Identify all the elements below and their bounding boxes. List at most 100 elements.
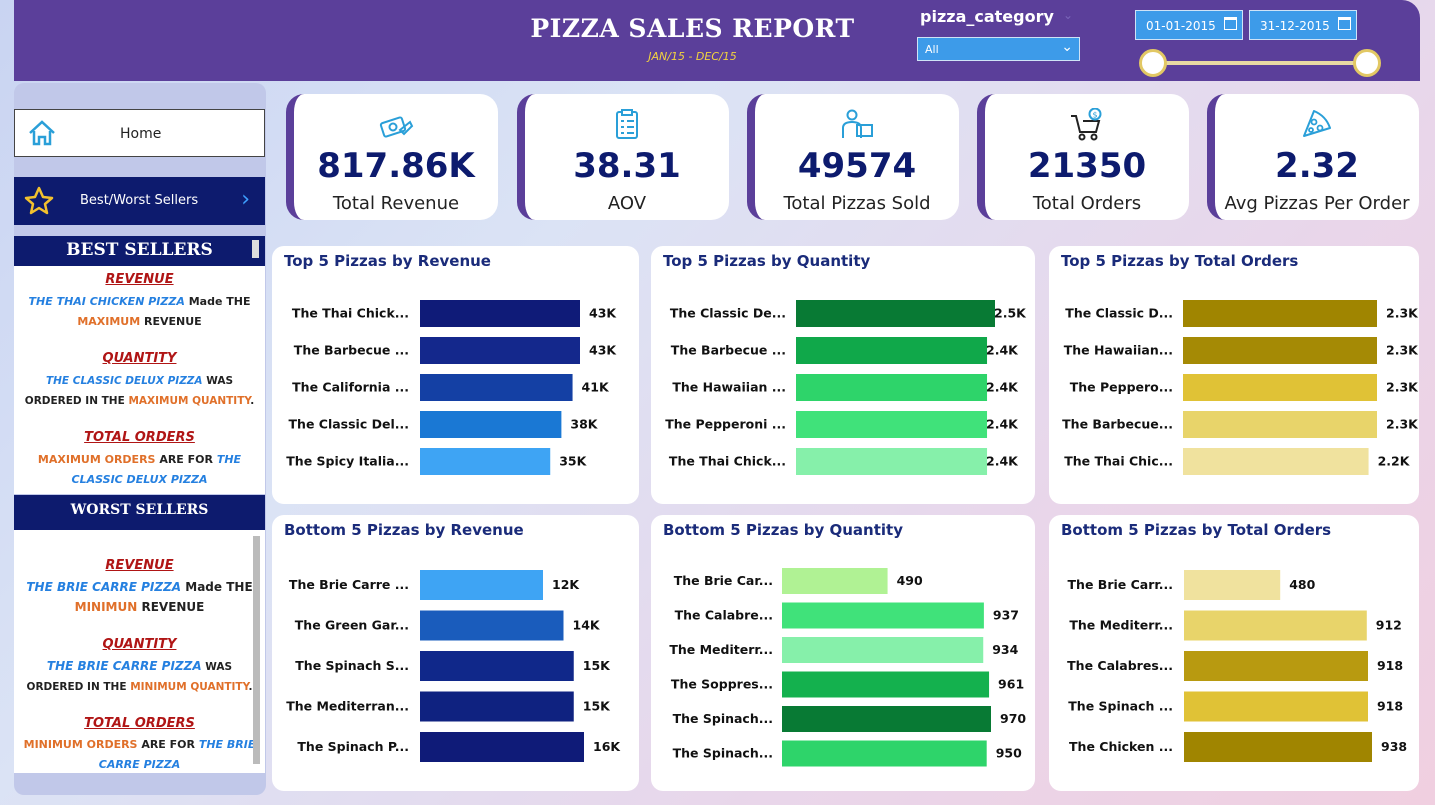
bar[interactable] xyxy=(420,300,580,327)
category-label: The Classic Del... xyxy=(289,417,409,432)
kpi-label: Total Revenue xyxy=(332,193,460,214)
bar[interactable] xyxy=(1183,374,1377,401)
chart-bottom5-revenue: Bottom 5 Pizzas by Revenue The Brie Carr… xyxy=(272,515,639,791)
bar[interactable] xyxy=(782,740,987,767)
bar[interactable] xyxy=(1183,448,1369,475)
kpi-label: Total Pizzas Sold xyxy=(783,193,931,214)
data-label: 2.4K xyxy=(986,417,1019,432)
end-date-value: 31-12-2015 xyxy=(1260,19,1330,33)
kpi-card-avg-pizzas-per-order: 2.32 Avg Pizzas Per Order xyxy=(1207,94,1419,220)
data-label: 938 xyxy=(1381,739,1407,754)
best-worst-sellers-button[interactable]: Best/Worst Sellers › xyxy=(14,177,265,225)
worst-revenue-pizza: THE BRIE CARRE PIZZA xyxy=(26,580,182,594)
category-label: The Green Gar... xyxy=(295,618,409,633)
best-orders-text: MAXIMUM ORDERS ARE FOR THE CLASSIC DELUX… xyxy=(14,450,265,490)
best-sellers-title: BEST SELLERS xyxy=(66,240,213,260)
dropdown-value: All xyxy=(925,43,939,56)
bar[interactable] xyxy=(1184,610,1367,641)
data-label: 2.3K xyxy=(1386,380,1419,395)
data-label: 41K xyxy=(582,380,610,395)
data-label: 38K xyxy=(570,417,598,432)
bar[interactable] xyxy=(420,732,584,762)
bar[interactable] xyxy=(1183,337,1377,364)
clipboard-icon xyxy=(525,108,729,140)
scrollbar[interactable] xyxy=(252,240,259,258)
data-label: 12K xyxy=(552,577,580,592)
bar[interactable] xyxy=(420,374,573,401)
best-orders-heading: TOTAL ORDERS xyxy=(84,430,195,445)
bar[interactable] xyxy=(420,411,562,438)
chevron-down-icon[interactable]: ⌄ xyxy=(1063,8,1073,22)
category-label: The Spinach... xyxy=(673,711,773,726)
slider-end-handle[interactable] xyxy=(1353,49,1381,77)
pizza-category-dropdown[interactable]: All ⌄ xyxy=(917,37,1080,61)
kpi-value: 21350 xyxy=(1027,146,1147,186)
chart-top5-quantity: Top 5 Pizzas by Quantity The Classic De.… xyxy=(651,246,1035,504)
best-revenue-keyword: MAXIMUM xyxy=(77,315,141,328)
kpi-label: Avg Pizzas Per Order xyxy=(1224,193,1410,214)
bar[interactable] xyxy=(782,568,888,594)
data-label: 950 xyxy=(996,746,1022,761)
bar[interactable] xyxy=(1184,691,1368,722)
bar[interactable] xyxy=(782,637,984,663)
kpi-card-total-pizzas-sold: 49574 Total Pizzas Sold xyxy=(747,94,959,220)
bar[interactable] xyxy=(796,300,995,327)
money-icon xyxy=(294,108,498,140)
bar[interactable] xyxy=(796,374,988,401)
bar[interactable] xyxy=(420,651,574,681)
data-label: 14K xyxy=(573,618,601,633)
data-label: 43K xyxy=(589,343,617,358)
kpi-value: 817.86K xyxy=(317,146,475,186)
bar[interactable] xyxy=(1184,570,1281,600)
bar[interactable] xyxy=(420,337,580,364)
category-label: The Pepperoni ... xyxy=(665,417,786,432)
bar[interactable] xyxy=(420,448,551,475)
worst-revenue-text: THE BRIE CARRE PIZZA Made THE MINIMUN RE… xyxy=(14,577,265,617)
worst-sellers-panel: REVENUE THE BRIE CARRE PIZZA Made THE MI… xyxy=(14,530,265,773)
bar[interactable] xyxy=(420,691,574,722)
end-date-input[interactable]: 31-12-2015 xyxy=(1249,10,1357,40)
start-date-value: 01-01-2015 xyxy=(1146,19,1216,33)
chart-bottom5-quantity: Bottom 5 Pizzas by Quantity The Brie Car… xyxy=(651,515,1035,791)
cart-icon: $ xyxy=(985,107,1189,141)
category-label: The Spicy Italia... xyxy=(286,454,409,469)
data-label: 918 xyxy=(1377,658,1403,673)
bar-chart-svg: The Classic De... 2.5K The Barbecue ... 2.4… xyxy=(665,300,1027,475)
kpi-card-total-orders: $ 21350 Total Orders xyxy=(977,94,1189,220)
bar[interactable] xyxy=(796,337,988,364)
start-date-input[interactable]: 01-01-2015 xyxy=(1135,10,1243,40)
scrollbar[interactable] xyxy=(253,536,260,764)
best-sellers-heading: BEST SELLERS xyxy=(14,236,265,266)
bar[interactable] xyxy=(420,570,543,600)
bar[interactable] xyxy=(1183,300,1377,327)
bar[interactable] xyxy=(782,671,990,698)
category-label: The California ... xyxy=(292,380,409,395)
category-label: The Thai Chic... xyxy=(1064,454,1173,469)
date-range-slider[interactable] xyxy=(1153,61,1366,65)
home-icon xyxy=(29,120,55,146)
category-label: The Soppres... xyxy=(671,677,773,692)
bar[interactable] xyxy=(796,411,988,438)
category-label: The Peppero... xyxy=(1070,380,1173,395)
slider-start-handle[interactable] xyxy=(1139,49,1167,77)
bar[interactable] xyxy=(782,706,991,732)
bar[interactable] xyxy=(782,602,984,629)
bar[interactable] xyxy=(1184,732,1372,762)
category-label: The Barbecue ... xyxy=(294,343,409,358)
calendar-icon[interactable] xyxy=(1224,17,1237,30)
data-label: 2.4K xyxy=(986,343,1019,358)
best-quantity-text: THE CLASSIC DELUX PIZZA WAS ORDERED IN T… xyxy=(14,371,265,411)
bar[interactable] xyxy=(796,448,988,475)
bar[interactable] xyxy=(1183,411,1377,438)
worst-quantity-keyword: MINIMUM QUANTITY xyxy=(130,681,249,693)
calendar-icon[interactable] xyxy=(1338,17,1351,30)
bar[interactable] xyxy=(420,610,564,641)
category-label: The Brie Car... xyxy=(674,573,773,588)
data-label: 15K xyxy=(583,658,611,673)
best-quantity-pizza: THE CLASSIC DELUX PIZZA xyxy=(45,375,203,387)
chart-bottom5-orders: Bottom 5 Pizzas by Total Orders The Brie… xyxy=(1049,515,1419,791)
home-button[interactable]: Home xyxy=(14,109,265,157)
home-label: Home xyxy=(120,126,162,142)
bar[interactable] xyxy=(1184,651,1368,681)
category-label: The Brie Carr... xyxy=(1068,577,1173,592)
